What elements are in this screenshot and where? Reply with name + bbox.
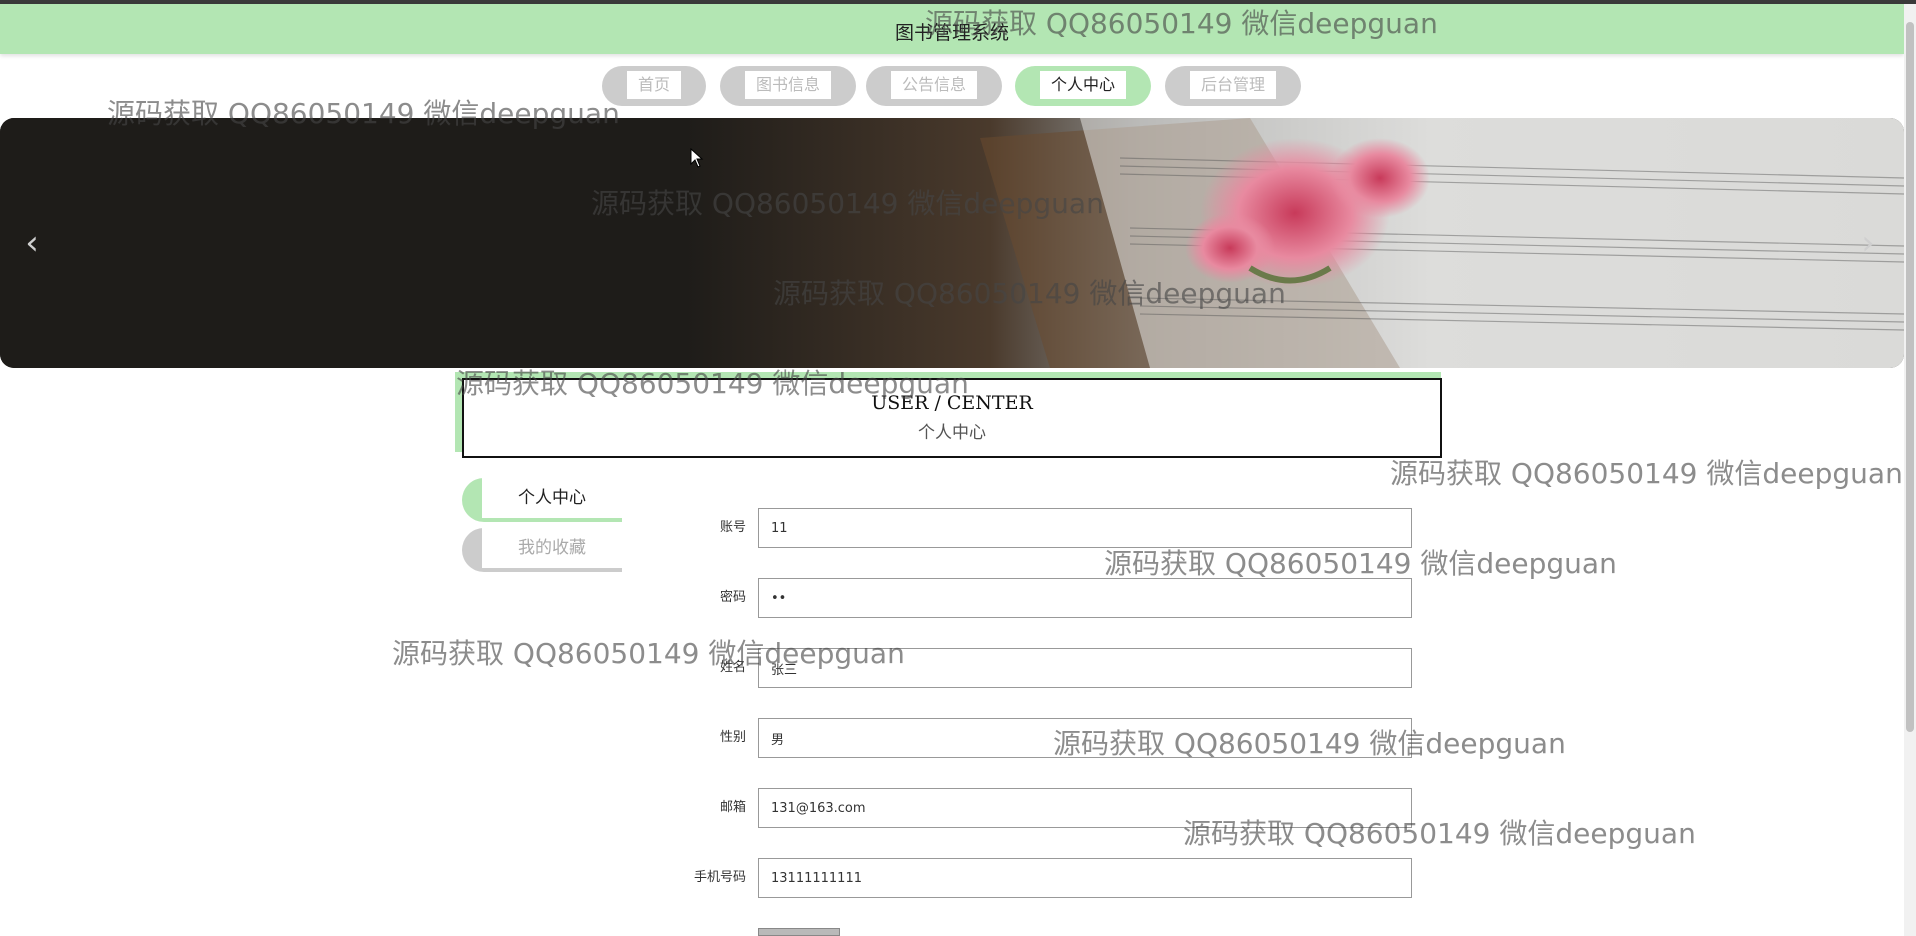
- section-title-en: USER / CENTER: [871, 392, 1033, 414]
- chevron-right-icon: ›: [1861, 223, 1875, 263]
- nav-item-admin[interactable]: 后台管理: [1165, 66, 1301, 106]
- watermark-text: 源码获取 QQ86050149 微信deepguan: [1390, 457, 1903, 490]
- watermark-text: 源码获取 QQ86050149 微信deepguan: [1104, 547, 1617, 580]
- nav-label-admin: 后台管理: [1190, 71, 1276, 99]
- form-row-account: 账号: [660, 508, 1412, 548]
- mouse-cursor-icon: [690, 148, 704, 168]
- password-field[interactable]: [758, 578, 1412, 618]
- carousel-next-button[interactable]: ›: [1848, 223, 1888, 263]
- nav-item-user-center[interactable]: 个人中心: [1015, 66, 1151, 106]
- scrollbar-thumb[interactable]: [1906, 22, 1914, 732]
- nav-item-home[interactable]: 首页: [602, 66, 706, 106]
- sidebar-item-favorites[interactable]: 我的收藏: [462, 528, 622, 572]
- form-row-name: 姓名: [660, 648, 1412, 688]
- sidebar-item-label: 个人中心: [482, 478, 622, 518]
- phone-label: 手机号码: [693, 870, 746, 885]
- phone-field[interactable]: [758, 858, 1412, 898]
- banner-image: [0, 118, 1904, 368]
- form-row-email: 邮箱: [660, 788, 1412, 828]
- form-row-phone: 手机号码: [660, 858, 1412, 898]
- nav-label-user-center: 个人中心: [1040, 71, 1126, 99]
- avatar[interactable]: [758, 928, 840, 936]
- nav-label-home: 首页: [627, 71, 681, 99]
- nav-item-books[interactable]: 图书信息: [720, 66, 856, 106]
- gender-label: 性别: [719, 730, 746, 745]
- name-field[interactable]: [758, 648, 1412, 688]
- chevron-left-icon: ‹: [25, 223, 39, 263]
- section-title-zh: 个人中心: [918, 423, 986, 443]
- sidebar-item-label: 我的收藏: [482, 528, 622, 568]
- page-scrollbar[interactable]: [1904, 4, 1916, 936]
- form-row-gender: 性别: [660, 718, 1412, 758]
- section-title: USER / CENTER 个人中心: [462, 378, 1442, 458]
- banner-carousel: ‹ ›: [0, 118, 1904, 368]
- header-bar: 图书管理系统: [0, 4, 1904, 54]
- sidebar-item-user-center[interactable]: 个人中心: [462, 478, 622, 522]
- nav-item-announcements[interactable]: 公告信息: [866, 66, 1002, 106]
- password-label: 密码: [719, 590, 746, 605]
- carousel-prev-button[interactable]: ‹: [12, 223, 52, 263]
- account-field[interactable]: [758, 508, 1412, 548]
- main-nav: 首页 图书信息 公告信息 个人中心 后台管理: [0, 66, 1904, 106]
- form-row-password: 密码: [660, 578, 1412, 618]
- site-title: 图书管理系统: [894, 22, 1009, 44]
- email-field[interactable]: [758, 788, 1412, 828]
- nav-label-announcements: 公告信息: [891, 71, 977, 99]
- name-label: 姓名: [719, 660, 746, 675]
- email-label: 邮箱: [719, 800, 746, 815]
- gender-field[interactable]: [758, 718, 1412, 758]
- nav-label-books: 图书信息: [745, 71, 831, 99]
- account-label: 账号: [719, 520, 746, 535]
